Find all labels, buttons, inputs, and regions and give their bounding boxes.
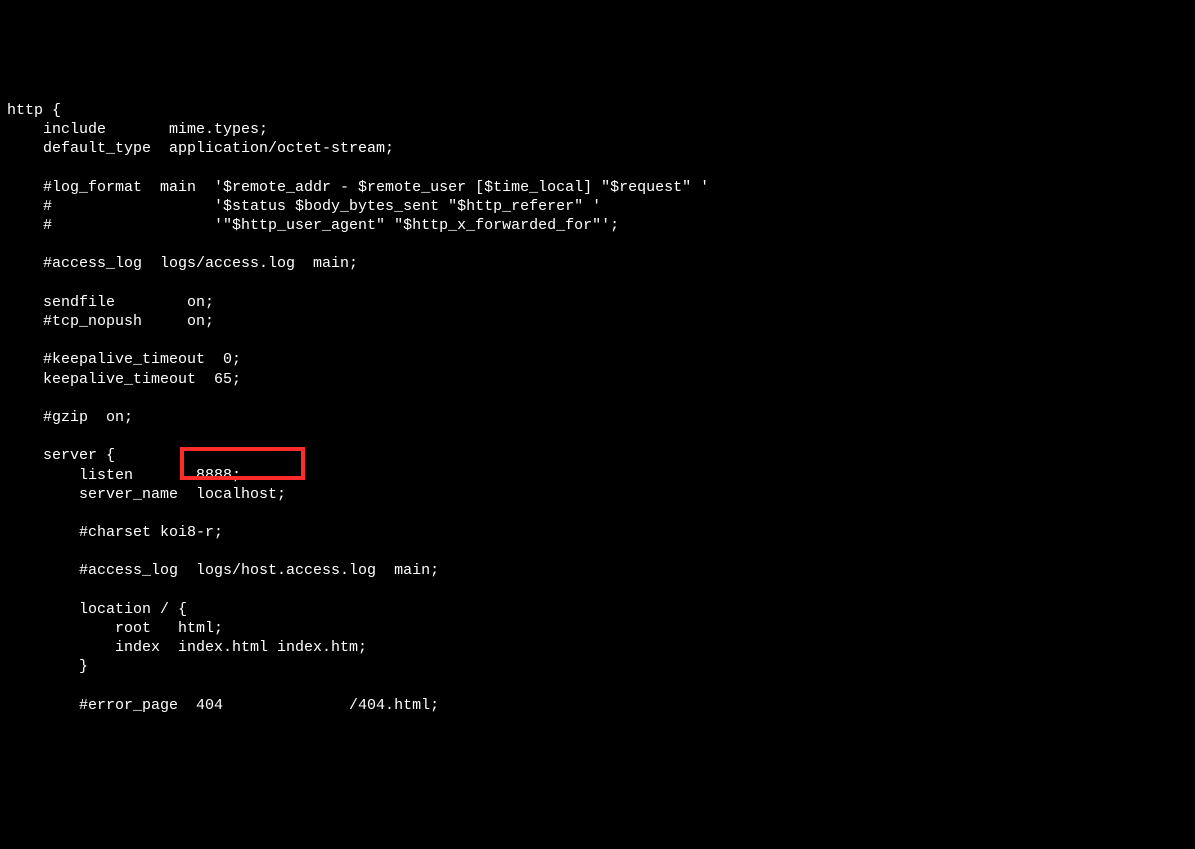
code-line: #keepalive_timeout 0;: [7, 350, 1188, 369]
code-line: #access_log logs/access.log main;: [7, 254, 1188, 273]
code-line: #charset koi8-r;: [7, 523, 1188, 542]
code-lines-container: http { include mime.types; default_type …: [7, 101, 1188, 715]
code-line: server {: [7, 446, 1188, 465]
code-line: root html;: [7, 619, 1188, 638]
code-line: [7, 542, 1188, 561]
code-line: listen 8888;: [7, 466, 1188, 485]
config-code-block: http { include mime.types; default_type …: [7, 82, 1188, 754]
code-line: index index.html index.htm;: [7, 638, 1188, 657]
code-line: #gzip on;: [7, 408, 1188, 427]
code-line: }: [7, 657, 1188, 676]
code-line: [7, 274, 1188, 293]
code-line: [7, 581, 1188, 600]
code-line: server_name localhost;: [7, 485, 1188, 504]
code-line: #access_log logs/host.access.log main;: [7, 561, 1188, 580]
code-line: http {: [7, 101, 1188, 120]
code-line: [7, 389, 1188, 408]
code-line: keepalive_timeout 65;: [7, 370, 1188, 389]
code-line: [7, 677, 1188, 696]
code-line: #error_page 404 /404.html;: [7, 696, 1188, 715]
code-line: #tcp_nopush on;: [7, 312, 1188, 331]
code-line: [7, 235, 1188, 254]
code-line: [7, 427, 1188, 446]
code-line: [7, 159, 1188, 178]
code-line: [7, 504, 1188, 523]
code-line: sendfile on;: [7, 293, 1188, 312]
code-line: location / {: [7, 600, 1188, 619]
code-line: default_type application/octet-stream;: [7, 139, 1188, 158]
code-line: include mime.types;: [7, 120, 1188, 139]
code-line: # '"$http_user_agent" "$http_x_forwarded…: [7, 216, 1188, 235]
code-line: [7, 331, 1188, 350]
code-line: #log_format main '$remote_addr - $remote…: [7, 178, 1188, 197]
code-line: # '$status $body_bytes_sent "$http_refer…: [7, 197, 1188, 216]
